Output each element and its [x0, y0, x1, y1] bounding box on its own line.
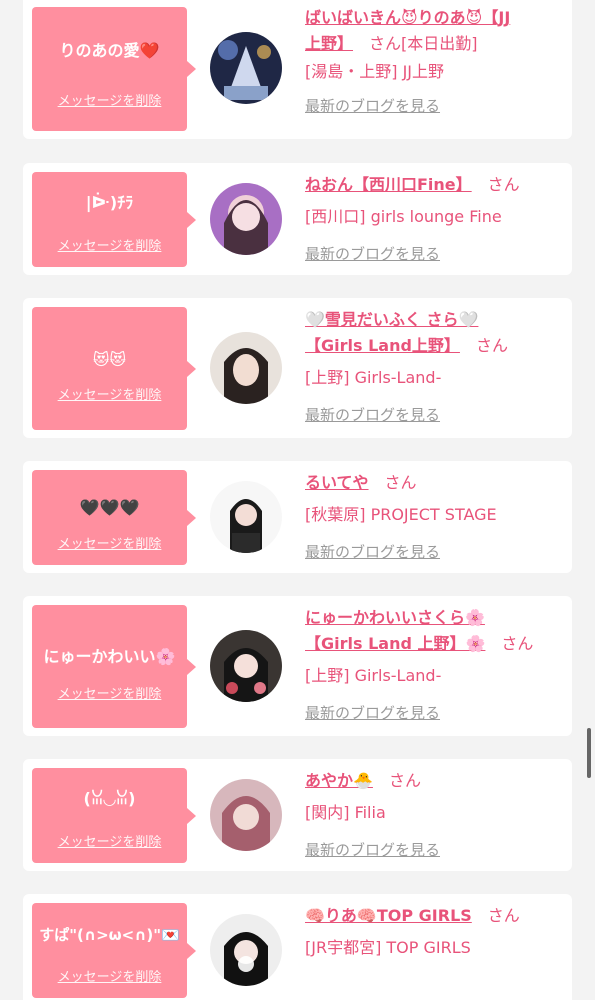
avatar[interactable] [210, 332, 282, 404]
delete-message-link[interactable]: メッセージを削除 [32, 683, 187, 702]
cast-name-link[interactable]: ねおん【西川口Fine】 [305, 175, 472, 194]
avatar-image [210, 332, 282, 404]
avatar-image [210, 779, 282, 851]
message-text: すぱ"(∩>ω<∩)"💌 [39, 926, 180, 944]
avatar-image [210, 630, 282, 702]
message-card: 🖤🖤🖤 メッセージを削除 るいてや さん [秋葉原] PROJECT STAGE … [23, 461, 572, 573]
honorific: さん [475, 336, 508, 355]
cast-name-link[interactable]: 🤍雪見だいふく さら🤍 [305, 310, 478, 329]
delete-message-link[interactable]: メッセージを削除 [32, 90, 187, 109]
message-card: (ꈍ◡ꈍ) メッセージを削除 あやか🐣 さん [関内] Filia 最新のブログを… [23, 759, 572, 871]
message-card: すぱ"(∩>ω<∩)"💌 メッセージを削除 🧠りあ🧠TOP GIRLS さん [J… [23, 894, 572, 1000]
delete-message-link[interactable]: メッセージを削除 [32, 966, 187, 985]
scrollbar[interactable] [587, 728, 591, 778]
message-card: |ᐕ)ﾁﾗ メッセージを削除 ねおん【西川口Fine】 さん [西川口] girl… [23, 163, 572, 275]
shop-info: [関内] Filia [305, 803, 386, 822]
latest-blog-link[interactable]: 最新のブログを見る [305, 541, 440, 562]
message-bubble: |ᐕ)ﾁﾗ メッセージを削除 [32, 172, 196, 267]
delete-message-link[interactable]: メッセージを削除 [32, 235, 187, 254]
message-text: 😻😻 [92, 350, 127, 369]
shop-info: [上野] Girls-Land- [305, 368, 442, 387]
cast-name-link[interactable]: 🧠りあ🧠TOP GIRLS [305, 906, 472, 925]
avatar[interactable] [210, 630, 282, 702]
avatar[interactable] [210, 183, 282, 255]
cast-name-link[interactable]: にゅーかわいいさくら🌸 [305, 608, 485, 627]
latest-blog-link[interactable]: 最新のブログを見る [305, 702, 440, 723]
honorific: さん [388, 771, 421, 790]
message-card: りのあの愛❤️ メッセージを削除 ばいばいきん😈りのあ😈【JJ 上野】 さん[本日… [23, 0, 572, 139]
avatar[interactable] [210, 779, 282, 851]
cast-name-link[interactable]: 【Girls Land上野】 [305, 336, 460, 355]
attendance-status: [本日出勤] [401, 34, 478, 53]
message-bubble: すぱ"(∩>ω<∩)"💌 メッセージを削除 [32, 903, 196, 998]
shop-info: [秋葉原] PROJECT STAGE [305, 505, 497, 524]
avatar-image [210, 481, 282, 553]
message-text: (ꈍ◡ꈍ) [83, 789, 136, 808]
message-text: りのあの愛❤️ [59, 41, 160, 60]
honorific: さん [501, 634, 534, 653]
avatar-image [210, 914, 282, 986]
avatar-image [210, 183, 282, 255]
message-bubble: りのあの愛❤️ メッセージを削除 [32, 7, 196, 131]
message-list: りのあの愛❤️ メッセージを削除 ばいばいきん😈りのあ😈【JJ 上野】 さん[本日… [0, 0, 595, 1000]
message-bubble: (ꈍ◡ꈍ) メッセージを削除 [32, 768, 196, 863]
honorific: さん [369, 34, 402, 53]
latest-blog-link[interactable]: 最新のブログを見る [305, 404, 440, 425]
shop-info: [上野] Girls-Land- [305, 666, 442, 685]
cast-name-link[interactable]: るいてや [305, 473, 369, 492]
message-text: にゅーかわいい🌸 [43, 647, 176, 666]
cast-name-link[interactable]: 上野】 [305, 34, 353, 53]
delete-message-link[interactable]: メッセージを削除 [32, 533, 187, 552]
latest-blog-link[interactable]: 最新のブログを見る [305, 243, 440, 264]
latest-blog-link[interactable]: 最新のブログを見る [305, 839, 440, 860]
avatar[interactable] [210, 481, 282, 553]
cast-name-link[interactable]: あやか🐣 [305, 771, 373, 790]
shop-info: [湯島・上野] JJ上野 [305, 62, 445, 81]
message-bubble: にゅーかわいい🌸 メッセージを削除 [32, 605, 196, 728]
avatar[interactable] [210, 32, 282, 104]
message-text: |ᐕ)ﾁﾗ [85, 193, 134, 212]
message-card: にゅーかわいい🌸 メッセージを削除 にゅーかわいいさくら🌸 【Girls Lan… [23, 596, 572, 736]
cast-name-link[interactable]: ばいばいきん😈りのあ😈【JJ [305, 8, 510, 27]
delete-message-link[interactable]: メッセージを削除 [32, 831, 187, 850]
honorific: さん [384, 473, 417, 492]
honorific: さん [487, 906, 520, 925]
message-text: 🖤🖤🖤 [79, 498, 140, 517]
message-card: 😻😻 メッセージを削除 🤍雪見だいふく さら🤍 【Girls Land上野】 さん… [23, 298, 572, 438]
latest-blog-link[interactable]: 最新のブログを見る [305, 95, 440, 116]
message-bubble: 😻😻 メッセージを削除 [32, 307, 196, 430]
shop-info: [JR宇都宮] TOP GIRLS [305, 938, 471, 957]
honorific: さん [487, 175, 520, 194]
shop-info: [西川口] girls lounge Fine [305, 207, 502, 226]
message-bubble: 🖤🖤🖤 メッセージを削除 [32, 470, 196, 565]
avatar[interactable] [210, 914, 282, 986]
cast-name-link[interactable]: 【Girls Land 上野】🌸 [305, 634, 485, 653]
avatar-image [210, 32, 282, 104]
delete-message-link[interactable]: メッセージを削除 [32, 384, 187, 403]
